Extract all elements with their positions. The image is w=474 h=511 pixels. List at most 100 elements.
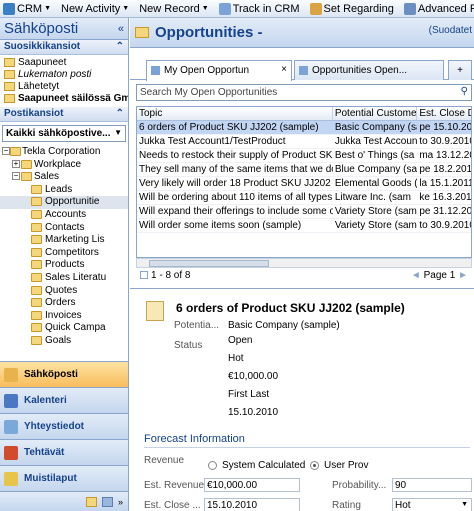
- crm-menu[interactable]: CRM ▼: [0, 1, 54, 17]
- cell-customer: Elemental Goods (: [334, 178, 418, 189]
- cell-topic: Will be ordering about 110 items of all …: [139, 192, 333, 203]
- configure-buttons-icon[interactable]: »: [118, 497, 123, 507]
- search-icon[interactable]: ⚲: [461, 86, 468, 97]
- folder-icon: [31, 323, 42, 333]
- calendar-icon: [4, 393, 18, 408]
- tree-item-accounts[interactable]: Accounts: [0, 209, 128, 222]
- tree-label: Contacts: [45, 221, 85, 233]
- collapse-icon[interactable]: −: [2, 147, 10, 155]
- tree-item-invoices[interactable]: Invoices: [0, 310, 128, 323]
- shortcuts-icon[interactable]: [101, 496, 113, 507]
- view-title: Opportunities -: [155, 24, 263, 41]
- search-folder-icon: [4, 70, 15, 79]
- nav-notes-button[interactable]: Muistilaput: [0, 465, 128, 491]
- tree-label: Workplace: [34, 158, 82, 170]
- detail-title: 6 orders of Product SKU JJ202 (sample): [176, 301, 405, 315]
- user-provided-radio[interactable]: User Prov: [310, 460, 368, 471]
- table-row[interactable]: They sell many of the same items that we…: [137, 163, 471, 177]
- table-row[interactable]: 6 orders of Product SKU JJ202 (sample) Ba…: [137, 121, 471, 135]
- cell-customer: Blue Company (sa: [334, 164, 418, 175]
- advanced-find-button[interactable]: Advanced Find: [401, 1, 474, 17]
- potential-customer-value[interactable]: Basic Company (sample): [228, 320, 340, 331]
- tree-item-sales-literature[interactable]: Sales Literatu: [0, 272, 128, 285]
- system-calculated-radio[interactable]: System Calculated: [208, 460, 305, 471]
- set-regarding-label: Set Regarding: [323, 2, 394, 15]
- cell-topic: Needs to restock their supply of Product…: [139, 150, 333, 161]
- previous-page-icon[interactable]: ◄: [411, 270, 424, 281]
- revenue-label: Revenue: [144, 455, 185, 466]
- collapse-favorites-icon[interactable]: ⌃: [116, 41, 124, 53]
- favorite-sent[interactable]: Lähetetyt: [0, 81, 128, 93]
- table-row[interactable]: Jukka Test Account1/TestProduct Jukka Tes…: [137, 135, 471, 149]
- tree-item-tekla-corporation[interactable]: − Tekla Corporation: [0, 146, 128, 159]
- tree-item-products[interactable]: Products: [0, 259, 128, 272]
- probability-field[interactable]: 90: [392, 478, 472, 492]
- tree-item-leads[interactable]: Leads: [0, 184, 128, 197]
- tree-item-competitors[interactable]: Competitors: [0, 247, 128, 260]
- tree-item-contacts[interactable]: Contacts: [0, 222, 128, 235]
- rating-field[interactable]: Hot ▼: [392, 498, 472, 511]
- search-input[interactable]: Search My Open Opportunities ⚲: [136, 84, 472, 101]
- set-regarding-button[interactable]: Set Regarding: [307, 1, 397, 17]
- main-content: Opportunities - (Suodatet My Open Opport…: [130, 18, 474, 511]
- mail-items-dropdown-label: Kaikki sähköpostive...: [6, 128, 111, 139]
- collapse-pane-icon[interactable]: «: [118, 23, 124, 35]
- favorites-header[interactable]: Suosikkikansiot ⌃: [0, 40, 128, 55]
- expand-icon[interactable]: +: [12, 159, 20, 168]
- track-icon: [218, 2, 231, 15]
- tree-item-goals[interactable]: Goals: [0, 335, 128, 348]
- toolbar: CRM ▼ New Activity ▼ New Record ▼ Track in …: [0, 0, 474, 18]
- tab-opportunities-open[interactable]: Opportunities Open...: [294, 60, 444, 80]
- tree-item-sales[interactable]: − Sales: [0, 171, 128, 184]
- table-row[interactable]: Will expand their offerings to include s…: [137, 205, 471, 219]
- tree-item-orders[interactable]: Orders: [0, 297, 128, 310]
- new-tab-button[interactable]: +: [448, 60, 472, 80]
- column-header-close-date[interactable]: Est. Close Dat: [417, 107, 471, 120]
- horizontal-scrollbar[interactable]: [136, 258, 472, 268]
- new-record-button[interactable]: New Record ▼: [136, 1, 211, 17]
- column-header-topic[interactable]: Topic: [137, 107, 333, 120]
- favorite-inbox[interactable]: Saapuneet: [0, 57, 128, 69]
- tree-label: Sales Literatu: [45, 271, 107, 283]
- tab-my-open-opportunities[interactable]: My Open Opportun ×: [146, 60, 292, 81]
- cell-customer: Best o' Things (sa: [334, 150, 415, 161]
- collapse-folders-icon[interactable]: ⌃: [116, 108, 124, 120]
- favorite-unread-mail[interactable]: Lukematon posti: [0, 69, 128, 81]
- next-page-icon[interactable]: ►: [455, 270, 468, 281]
- nav-contacts-button[interactable]: Yhteystiedot: [0, 413, 128, 439]
- mail-items-dropdown[interactable]: Kaikki sähköpostive... ▼: [2, 125, 126, 142]
- owner-value[interactable]: First Last: [228, 389, 269, 400]
- tree-item-quotes[interactable]: Quotes: [0, 285, 128, 298]
- new-activity-button[interactable]: New Activity ▼: [58, 1, 132, 17]
- folder-list-icon[interactable]: [85, 496, 97, 507]
- mail-folders-header[interactable]: Postikansiot ⌃: [0, 107, 128, 122]
- est-revenue-label: Est. Revenue: [144, 480, 205, 491]
- track-in-crm-button[interactable]: Track in CRM: [216, 1, 303, 17]
- tree-item-opportunities[interactable]: Opportunitie: [0, 196, 128, 209]
- nav-calendar-button[interactable]: Kalenteri: [0, 387, 128, 413]
- tree-item-quick-campaigns[interactable]: Quick Campa: [0, 322, 128, 335]
- tree-item-marketing-lists[interactable]: Marketing Lis: [0, 234, 128, 247]
- cell-close-date: to 30.9.2010: [419, 220, 471, 231]
- folder-icon: [31, 298, 42, 308]
- cell-close-date: to 30.9.2010: [419, 136, 471, 147]
- scrollbar-thumb[interactable]: [149, 260, 269, 267]
- est-close-field[interactable]: 15.10.2010: [204, 498, 300, 511]
- table-row[interactable]: Will order some items soon (sample) Varie…: [137, 219, 471, 233]
- close-tab-icon[interactable]: ×: [281, 64, 287, 75]
- nav-mail-button[interactable]: Sähköposti: [0, 361, 128, 387]
- est-revenue-field[interactable]: €10,000.00: [204, 478, 300, 492]
- cell-topic: Very likely will order 18 Product SKU JJ…: [139, 178, 333, 189]
- favorite-archive-inbox[interactable]: Saapuneet säilössä Gm: [0, 93, 128, 105]
- table-row[interactable]: Needs to restock their supply of Product…: [137, 149, 471, 163]
- collapse-icon[interactable]: −: [12, 172, 20, 181]
- column-header-customer[interactable]: Potential Customer: [333, 107, 418, 120]
- rating-label: Rating: [332, 500, 361, 511]
- table-row[interactable]: Will be ordering about 110 items of all …: [137, 191, 471, 205]
- cell-topic: 6 orders of Product SKU JJ202 (sample): [139, 122, 319, 133]
- table-row[interactable]: Very likely will order 18 Product SKU JJ…: [137, 177, 471, 191]
- nav-tasks-button[interactable]: Tehtävät: [0, 439, 128, 465]
- radio-label: System Calculated: [222, 460, 306, 471]
- folder-icon: [31, 184, 42, 194]
- tree-item-workplace[interactable]: + Workplace: [0, 159, 128, 172]
